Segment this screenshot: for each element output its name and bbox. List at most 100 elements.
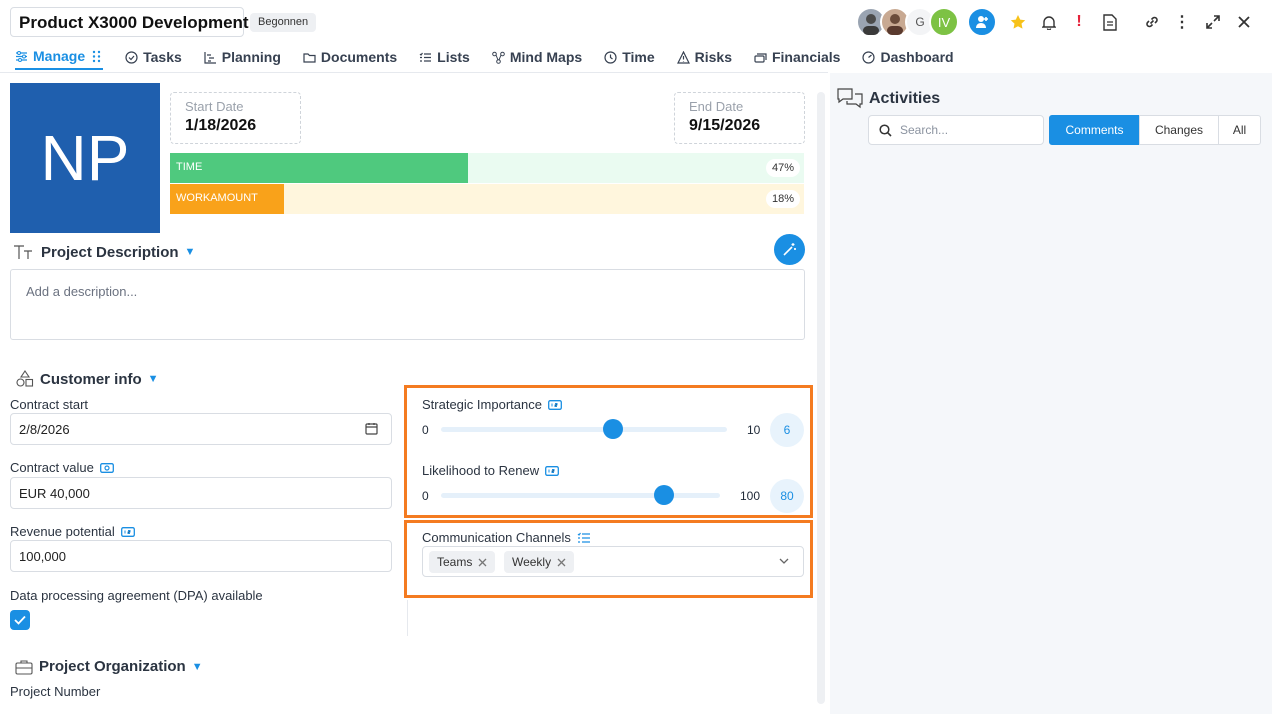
slider-max-label: 100 bbox=[740, 489, 761, 503]
time-progress-label: TIME bbox=[176, 161, 203, 173]
scrollbar[interactable] bbox=[817, 92, 825, 704]
status-badge[interactable]: Begonnen bbox=[250, 13, 317, 32]
communication-channels-label: Communication Channels bbox=[422, 530, 591, 545]
folder-icon bbox=[303, 52, 316, 63]
clock-icon bbox=[604, 50, 617, 64]
section-title: Customer info bbox=[40, 370, 142, 388]
money-icon bbox=[99, 462, 114, 473]
remove-chip-icon[interactable] bbox=[478, 558, 487, 567]
document-icon[interactable] bbox=[1098, 10, 1122, 34]
channel-chip[interactable]: Weekly bbox=[503, 551, 575, 573]
project-description-heading[interactable]: Project Description ▼ bbox=[13, 243, 195, 261]
filter-comments[interactable]: Comments bbox=[1049, 115, 1140, 145]
drag-grid-icon[interactable] bbox=[90, 50, 103, 63]
likelihood-to-renew-label: Likelihood to Renew bbox=[422, 463, 560, 478]
channel-chip[interactable]: Teams bbox=[429, 551, 496, 573]
close-icon[interactable] bbox=[1232, 10, 1256, 34]
chevron-down-icon[interactable]: ▼ bbox=[192, 661, 203, 673]
likelihood-to-renew-slider[interactable] bbox=[441, 485, 720, 505]
label-text: Strategic Importance bbox=[422, 397, 542, 412]
alert-icon[interactable]: ! bbox=[1067, 10, 1091, 34]
favorite-star-icon[interactable] bbox=[1006, 10, 1030, 34]
gantt-icon bbox=[204, 51, 216, 64]
strategic-importance-slider[interactable] bbox=[441, 419, 727, 439]
chip-label: Weekly bbox=[511, 555, 552, 569]
tab-financials[interactable]: Financials bbox=[754, 44, 840, 70]
chevron-down-icon[interactable]: ▼ bbox=[185, 246, 196, 258]
slider-value-badge: 6 bbox=[770, 413, 804, 447]
tab-risks[interactable]: Risks bbox=[676, 44, 732, 70]
tab-label: Tasks bbox=[143, 49, 182, 65]
filter-all[interactable]: All bbox=[1218, 115, 1261, 145]
chevron-down-icon[interactable]: ▼ bbox=[148, 373, 159, 385]
tab-dashboard[interactable]: Dashboard bbox=[862, 44, 954, 70]
start-date-box[interactable]: Start Date 1/18/2026 bbox=[170, 92, 301, 144]
link-icon[interactable] bbox=[1140, 10, 1164, 34]
revenue-potential-field[interactable]: 100,000 bbox=[10, 540, 392, 572]
tab-lists[interactable]: Lists bbox=[419, 44, 470, 70]
label-text: Data processing agreement (DPA) availabl… bbox=[10, 588, 263, 603]
tab-label: Documents bbox=[320, 49, 398, 65]
chevron-down-icon[interactable] bbox=[779, 558, 789, 565]
list-icon bbox=[419, 52, 432, 62]
tab-manage[interactable]: Manage bbox=[15, 44, 104, 70]
activities-panel bbox=[830, 73, 1272, 714]
project-initials-tile[interactable]: NP bbox=[10, 83, 160, 233]
tab-planning[interactable]: Planning bbox=[204, 44, 281, 70]
text-format-icon bbox=[14, 245, 32, 259]
tab-label: Planning bbox=[221, 49, 281, 65]
section-title: Project Description bbox=[41, 243, 179, 261]
project-title[interactable]: Product X3000 Development bbox=[10, 7, 249, 37]
slider-min-label: 0 bbox=[422, 489, 429, 503]
tab-label: Mind Maps bbox=[509, 49, 583, 65]
label-text: Likelihood to Renew bbox=[422, 463, 540, 478]
workamount-progress-bar: WORKAMOUNT 18% bbox=[170, 184, 804, 214]
label-text: Contract start bbox=[10, 397, 89, 412]
label-text: Revenue potential bbox=[10, 524, 115, 539]
chat-bubbles-icon bbox=[837, 88, 863, 109]
more-vertical-icon[interactable]: ⋮ bbox=[1170, 10, 1194, 34]
activities-heading: Activities bbox=[837, 87, 940, 111]
activities-search-input[interactable]: Search... bbox=[868, 115, 1044, 145]
gauge-icon bbox=[862, 50, 876, 64]
expand-icon[interactable] bbox=[1201, 10, 1225, 34]
description-input[interactable]: Add a description... bbox=[10, 269, 805, 340]
remove-chip-icon[interactable] bbox=[557, 558, 566, 567]
slider-thumb[interactable] bbox=[602, 419, 623, 439]
checklist-icon bbox=[577, 532, 590, 543]
project-number-label: Project Number bbox=[10, 684, 100, 699]
tab-mind-maps[interactable]: Mind Maps bbox=[492, 44, 582, 70]
magic-wand-icon bbox=[783, 243, 796, 256]
contract-start-label: Contract start bbox=[10, 397, 88, 412]
time-progress-bar: TIME 47% bbox=[170, 153, 804, 183]
strategic-importance-label: Strategic Importance bbox=[422, 397, 562, 412]
tab-documents[interactable]: Documents bbox=[303, 44, 397, 70]
tab-label: Lists bbox=[437, 49, 470, 65]
contract-value-field[interactable]: EUR 40,000 bbox=[10, 477, 392, 509]
end-date-label: End Date bbox=[689, 99, 744, 114]
slider-max-label: 10 bbox=[747, 423, 761, 437]
start-date-value: 1/18/2026 bbox=[185, 117, 257, 134]
communication-channels-select[interactable]: Teams Weekly bbox=[422, 546, 804, 577]
number-field-icon bbox=[545, 465, 560, 476]
contract-start-field[interactable]: 2/8/2026 bbox=[10, 413, 392, 445]
add-user-button[interactable] bbox=[967, 7, 997, 37]
filter-changes[interactable]: Changes bbox=[1139, 115, 1219, 145]
tab-tasks[interactable]: Tasks bbox=[125, 44, 182, 70]
customer-info-heading[interactable]: Customer info ▼ bbox=[16, 370, 159, 388]
tab-time[interactable]: Time bbox=[604, 44, 655, 70]
slider-min-label: 0 bbox=[422, 423, 429, 437]
tab-label: Financials bbox=[771, 49, 841, 65]
workamount-progress-label: WORKAMOUNT bbox=[176, 192, 258, 204]
tab-label: Time bbox=[622, 49, 655, 65]
ai-magic-button[interactable] bbox=[774, 234, 805, 265]
project-organization-heading[interactable]: Project Organization ▼ bbox=[15, 658, 203, 675]
avatar[interactable]: IV bbox=[929, 7, 959, 37]
tab-divider bbox=[0, 72, 828, 73]
calendar-icon[interactable] bbox=[365, 422, 378, 435]
end-date-box[interactable]: End Date 9/15/2026 bbox=[674, 92, 805, 144]
dpa-checkbox[interactable] bbox=[10, 610, 30, 630]
bell-icon[interactable] bbox=[1037, 10, 1061, 34]
column-divider bbox=[407, 600, 408, 636]
briefcase-icon bbox=[15, 659, 33, 675]
